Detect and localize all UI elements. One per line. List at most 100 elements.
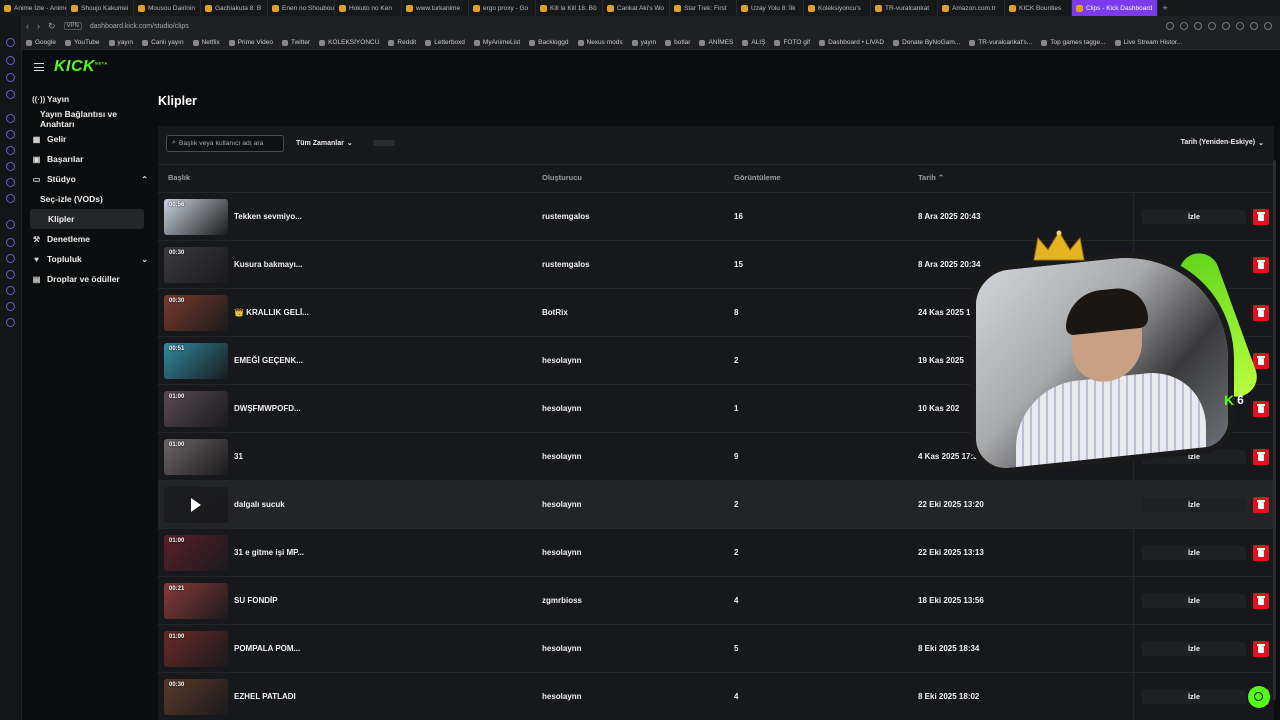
column-header-views[interactable]: Görüntüleme [734, 173, 781, 182]
browser-tab[interactable]: Hokuto no Ken [335, 0, 402, 16]
bookmark-item[interactable]: Dashboard • LIVAD [819, 39, 884, 46]
clip-thumbnail[interactable]: 00:30 [164, 679, 228, 715]
bookmark-item[interactable]: Letterboxd [425, 39, 465, 46]
watch-button[interactable]: İzle [1142, 210, 1246, 224]
clip-thumbnail[interactable]: 00:30 [164, 295, 228, 331]
browser-tab[interactable]: Kill la Kill 18. Bö [536, 0, 603, 16]
column-header-date[interactable]: Tarih ⌃ [918, 173, 944, 182]
bookmark-item[interactable]: ALIŞ [742, 39, 765, 46]
bookmark-item[interactable]: MyAnimeList [473, 39, 520, 46]
sidebar-app-icon[interactable] [6, 56, 15, 65]
clip-title[interactable]: 👑 KRALLIK GELİ... [234, 308, 309, 317]
delete-button[interactable] [1253, 497, 1269, 513]
clip-thumbnail[interactable]: 00:51 [164, 343, 228, 379]
sidebar-app-icon[interactable] [6, 254, 15, 263]
bookmark-item[interactable]: Twitter [281, 39, 310, 46]
clip-thumbnail[interactable]: 01:00 [164, 535, 228, 571]
extension-icon[interactable] [1180, 22, 1188, 30]
watch-button[interactable]: İzle [1142, 642, 1246, 656]
sidebar-item-vods[interactable]: Seç-izle (VODs) [22, 189, 152, 209]
browser-tab[interactable]: ergo proxy - Go [469, 0, 536, 16]
sidebar-item-studyo[interactable]: ▭ Stüdyo ⌃ [22, 169, 152, 189]
watch-button[interactable]: İzle [1142, 546, 1246, 560]
bookmark-item[interactable]: Live Stream Histor... [1114, 39, 1182, 46]
sidebar-app-icon[interactable] [6, 38, 15, 47]
bookmark-item[interactable]: Top games tagge... [1041, 39, 1106, 46]
browser-tab[interactable]: Clips - Kick Dashboard [1072, 0, 1158, 16]
sidebar-app-icon[interactable] [6, 270, 15, 279]
extension-icon[interactable] [1166, 22, 1174, 30]
delete-button[interactable] [1253, 593, 1269, 609]
delete-button[interactable] [1253, 545, 1269, 561]
extension-icon[interactable] [1250, 22, 1258, 30]
clip-thumbnail[interactable]: 01:00 [164, 391, 228, 427]
bookmark-item[interactable]: Netflix [192, 39, 220, 46]
bookmark-item[interactable]: yayın [108, 39, 133, 46]
clip-thumbnail[interactable]: 01:00 [164, 439, 228, 475]
watch-button[interactable]: İzle [1142, 594, 1246, 608]
bookmark-item[interactable]: yayın [631, 39, 656, 46]
help-chat-button[interactable] [1248, 686, 1270, 708]
sidebar-app-icon[interactable] [6, 162, 15, 171]
clip-thumbnail[interactable]: 00:30 [164, 247, 228, 283]
clip-title[interactable]: 31 [234, 452, 243, 461]
bookmark-item[interactable]: FOTO gif [774, 39, 810, 46]
sidebar-app-icon[interactable] [6, 146, 15, 155]
clip-title[interactable]: Kusura bakmayı... [234, 260, 302, 269]
sidebar-app-icon[interactable] [6, 302, 15, 311]
sidebar-app-icon[interactable] [6, 178, 15, 187]
column-header-creator[interactable]: Oluşturucu [542, 173, 582, 182]
delete-button[interactable] [1253, 641, 1269, 657]
bookmark-item[interactable]: Canlı yayın [142, 39, 184, 46]
bookmark-item[interactable]: Google [26, 39, 56, 46]
address-bar[interactable]: dashboard.kick.com/studio/clips [90, 23, 189, 30]
sidebar-app-icon[interactable] [6, 130, 15, 139]
browser-tab[interactable]: Mousou Dairinin [134, 0, 201, 16]
column-header-title[interactable]: Başlık [168, 173, 190, 182]
clip-thumbnail[interactable] [164, 487, 228, 523]
clip-title[interactable]: Tekken sevmiyo... [234, 212, 302, 221]
clip-title[interactable]: DWŞFMWPOFD... [234, 404, 301, 413]
browser-tab[interactable]: KICK Bounties [1005, 0, 1072, 16]
clip-title[interactable]: SU FONDİP [234, 596, 278, 605]
browser-tab[interactable]: Anime İzle - Anime [0, 0, 67, 16]
extension-icon[interactable] [1194, 22, 1202, 30]
browser-tab[interactable]: Uzay Yolu 8: İlk [737, 0, 804, 16]
sidebar-item-klipler[interactable]: Klipler [30, 209, 144, 229]
bookmark-item[interactable]: Donate ByNoGam... [893, 39, 960, 46]
extension-icon[interactable] [1208, 22, 1216, 30]
browser-tab[interactable]: Star Trek: First [670, 0, 737, 16]
clip-thumbnail[interactable]: 00:21 [164, 583, 228, 619]
sidebar-item-basarilar[interactable]: ▣ Başarılar [22, 149, 152, 169]
sidebar-app-icon[interactable] [6, 238, 15, 247]
browser-tab[interactable]: Cankat Aki's Wo [603, 0, 670, 16]
sidebar-app-icon[interactable] [6, 114, 15, 123]
clip-title[interactable]: POMPALA POM... [234, 644, 300, 653]
browser-tab[interactable]: Enen no Shouboutai [268, 0, 335, 16]
vpn-badge[interactable]: VPN [63, 22, 82, 30]
bookmark-item[interactable]: YouTube [64, 39, 100, 46]
sidebar-item-denetleme[interactable]: ⚒ Denetleme [22, 229, 152, 249]
clip-title[interactable]: EMEĞİ GEÇENK... [234, 356, 303, 365]
back-icon[interactable]: ‹ [26, 21, 29, 31]
browser-tab[interactable]: TR-vuralcankat [871, 0, 938, 16]
reload-icon[interactable]: ↻ [48, 21, 56, 32]
search-input[interactable] [178, 139, 275, 147]
clip-title[interactable]: EZHEL PATLADI [234, 692, 296, 701]
clip-thumbnail[interactable]: 00:56 [164, 199, 228, 235]
bookmark-item[interactable]: KOLEKSİYONCU [319, 39, 379, 46]
kick-logo[interactable]: KICKBETA [54, 58, 108, 76]
sidebar-app-icon[interactable] [6, 286, 15, 295]
sidebar-item-topluluk[interactable]: ♥ Topluluk ⌄ [22, 249, 152, 269]
sidebar-app-icon[interactable] [6, 194, 15, 203]
extension-icon[interactable] [1236, 22, 1244, 30]
time-filter-dropdown[interactable]: Tüm Zamanlar ⌄ [292, 139, 357, 148]
sidebar-app-icon[interactable] [6, 73, 15, 82]
new-tab-button[interactable]: + [1158, 3, 1172, 13]
search-field[interactable]: ⌕ [166, 134, 284, 152]
bookmark-item[interactable]: Prime Video [228, 39, 273, 46]
sidebar-app-icon[interactable] [6, 90, 15, 99]
sidebar-item-droplar[interactable]: ▤ Droplar ve ödüller [22, 269, 152, 289]
table-row[interactable]: 00:21 SU FONDİP zgmrbioss 4 18 Eki 2025 … [158, 576, 1274, 624]
chevron-down-icon[interactable]: ⌄ [141, 255, 148, 264]
